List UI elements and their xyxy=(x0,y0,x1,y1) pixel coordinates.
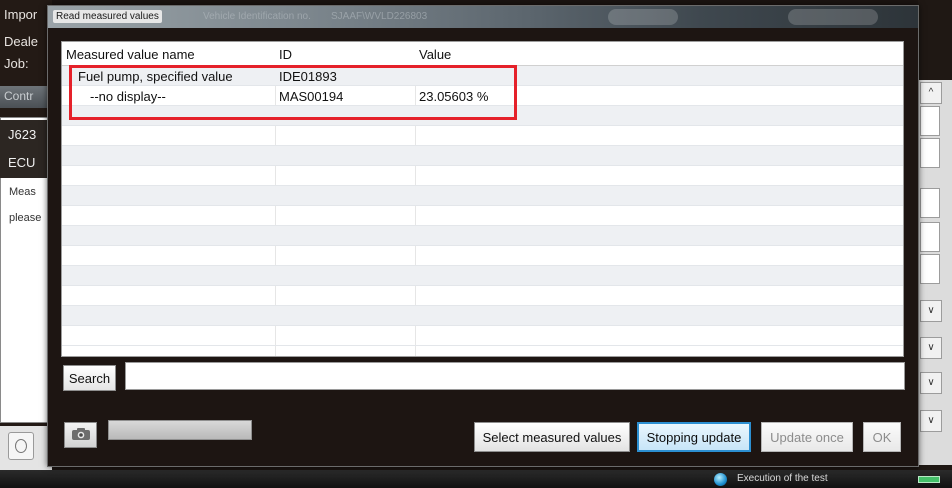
bg-right-box xyxy=(920,188,940,218)
column-header-id[interactable]: ID xyxy=(279,47,292,62)
stopping-update-button[interactable]: Stopping update xyxy=(637,422,751,452)
screenshot-button[interactable] xyxy=(64,422,97,448)
table-row-empty xyxy=(62,206,903,226)
ok-button[interactable]: OK xyxy=(863,422,901,452)
bg-label-job: Job: xyxy=(4,56,29,71)
title-ghost-text: Vehicle Identification no. xyxy=(203,11,311,22)
table-row-empty xyxy=(62,226,903,246)
scroll-up-button[interactable]: ^ xyxy=(920,82,942,104)
expand-button[interactable]: ∨ xyxy=(920,372,942,394)
table-row-empty xyxy=(62,306,903,326)
table-row-empty xyxy=(62,266,903,286)
column-header-value[interactable]: Value xyxy=(419,47,451,62)
chevron-down-icon: ∨ xyxy=(927,342,935,353)
bg-ecu-row-ecu[interactable]: ECU xyxy=(0,148,50,178)
table-row-empty xyxy=(62,286,903,306)
bg-label-importer: Impor xyxy=(4,7,38,22)
bg-right-box xyxy=(920,222,940,252)
table-row-empty xyxy=(62,126,903,146)
title-ghost-text: SJAAF\WVLD226803 xyxy=(331,11,428,22)
table-row-empty xyxy=(62,326,903,346)
bg-right-box xyxy=(920,138,940,168)
cell-name: --no display-- xyxy=(90,89,166,104)
bg-ecu-row-j623[interactable]: J623 xyxy=(0,120,50,150)
chevron-down-icon: ∨ xyxy=(927,377,935,388)
table-row[interactable]: Fuel pump, specified value IDE01893 xyxy=(62,66,903,86)
chevron-down-icon: ∨ xyxy=(927,415,935,426)
battery-icon xyxy=(918,476,940,483)
status-text: Execution of the test xyxy=(737,473,828,484)
table-row-empty xyxy=(62,186,903,206)
expand-button[interactable]: ∨ xyxy=(920,300,942,322)
cell-id: MAS00194 xyxy=(279,89,344,104)
bg-control-bar: Contr xyxy=(0,86,52,108)
title-ghost-shape xyxy=(608,9,678,25)
dialog-title: Read measured values xyxy=(53,10,162,23)
table-row-empty xyxy=(62,166,903,186)
cell-name: Fuel pump, specified value xyxy=(78,69,233,84)
document-search-icon[interactable] xyxy=(8,432,34,460)
table-header: Measured value name ID Value xyxy=(62,42,903,66)
chevron-up-icon: ^ xyxy=(928,87,934,98)
bg-text-please: please xyxy=(9,212,42,224)
cell-id: IDE01893 xyxy=(279,69,337,84)
title-ghost-shape xyxy=(788,9,878,25)
table-row-empty xyxy=(62,146,903,166)
read-measured-values-dialog: Read measured values Vehicle Identificat… xyxy=(47,5,919,467)
table-row-empty xyxy=(62,246,903,266)
table-row[interactable]: --no display-- MAS00194 23.05603 % xyxy=(62,86,903,106)
chevron-down-icon: ∨ xyxy=(927,305,935,316)
bg-label-dealer: Deale xyxy=(4,34,38,49)
select-measured-values-button[interactable]: Select measured values xyxy=(474,422,630,452)
camera-icon xyxy=(71,427,90,440)
search-button[interactable]: Search xyxy=(63,365,116,391)
update-once-button[interactable]: Update once xyxy=(761,422,853,452)
bg-text-measured: Meas xyxy=(9,186,36,198)
expand-button[interactable]: ∨ xyxy=(920,337,942,359)
globe-icon xyxy=(714,473,727,486)
progress-bar xyxy=(108,420,252,440)
dialog-titlebar[interactable]: Read measured values Vehicle Identificat… xyxy=(48,6,918,28)
bg-right-box xyxy=(920,106,940,136)
search-input[interactable] xyxy=(125,362,905,390)
bg-right-box xyxy=(920,254,940,284)
column-header-name[interactable]: Measured value name xyxy=(66,47,195,62)
cell-value: 23.05603 % xyxy=(419,89,489,104)
expand-button[interactable]: ∨ xyxy=(920,410,942,432)
table-row-empty xyxy=(62,106,903,126)
measured-values-table[interactable]: Measured value name ID Value Fuel pump, … xyxy=(61,41,904,357)
